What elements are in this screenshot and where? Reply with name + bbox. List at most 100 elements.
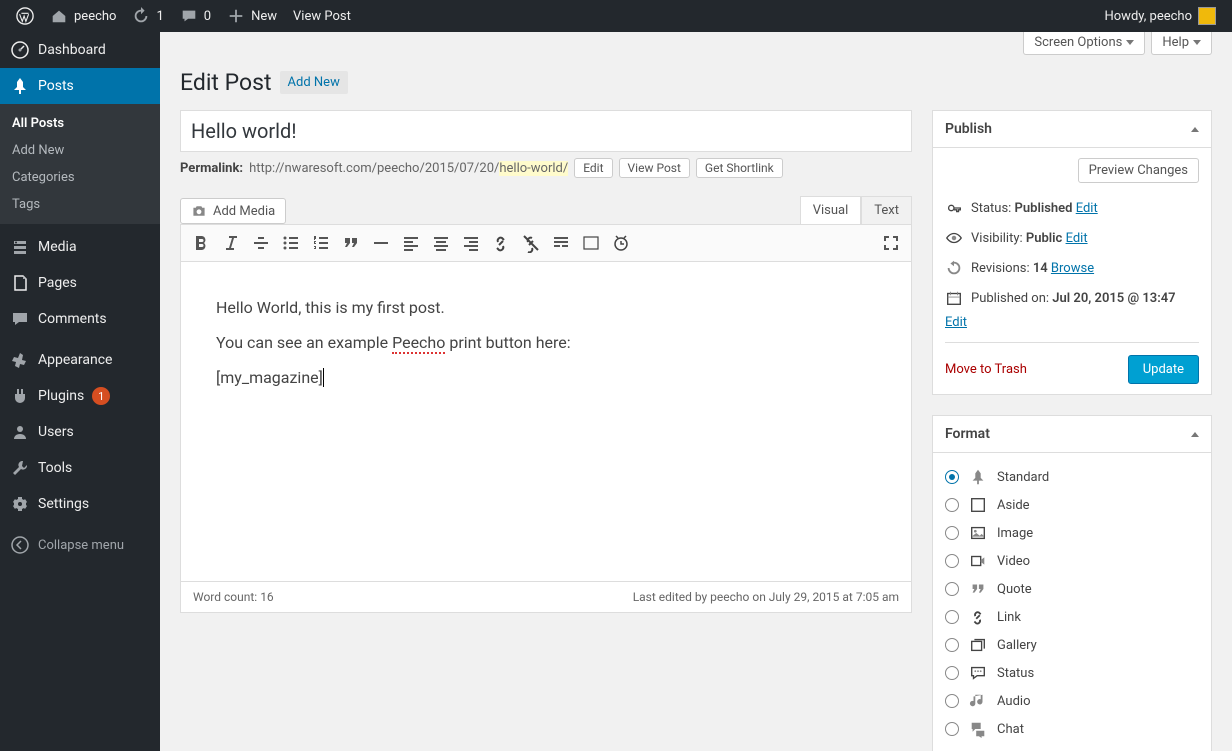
format-option-aside[interactable]: Aside <box>945 491 1199 519</box>
permalink-view-button[interactable]: View Post <box>619 158 690 178</box>
sidebar-subitem-categories[interactable]: Categories <box>0 164 160 191</box>
radio-icon <box>945 498 959 512</box>
aside-icon <box>969 496 987 514</box>
help-button[interactable]: Help <box>1151 32 1212 55</box>
format-option-quote[interactable]: Quote <box>945 575 1199 603</box>
tab-visual[interactable]: Visual <box>800 196 862 224</box>
link-button[interactable] <box>487 229 515 257</box>
post-title-input[interactable] <box>180 110 912 152</box>
radio-icon <box>945 694 959 708</box>
sidebar-item-tools[interactable]: Tools <box>0 450 160 486</box>
image-icon <box>969 524 987 542</box>
format-option-video[interactable]: Video <box>945 547 1199 575</box>
editor-content[interactable]: Hello World, this is my first post.You c… <box>180 262 912 582</box>
last-edited: Last edited by peecho on July 29, 2015 a… <box>633 590 899 604</box>
publish-metabox: Publish Preview Changes Status: Publishe… <box>932 110 1212 395</box>
admin-sidebar: DashboardPosts All PostsAdd NewCategories… <box>0 32 160 751</box>
sidebar-subitem-tags[interactable]: Tags <box>0 191 160 218</box>
update-badge: 1 <box>92 387 110 405</box>
align-center-button[interactable] <box>427 229 455 257</box>
updates-count: 1 <box>156 9 163 24</box>
comments-count: 0 <box>204 9 211 24</box>
format-option-chat[interactable]: Chat <box>945 715 1199 743</box>
format-option-link[interactable]: Link <box>945 603 1199 631</box>
admin-bar: peecho 1 0 New View Post Howdy, peecho <box>0 0 1232 32</box>
new-label: New <box>251 9 277 24</box>
strikethrough-button[interactable] <box>247 229 275 257</box>
screen-options-button[interactable]: Screen Options <box>1023 32 1145 55</box>
sidebar-item-pages[interactable]: Pages <box>0 265 160 301</box>
caret-down-icon <box>1193 40 1201 45</box>
audio-icon <box>969 692 987 710</box>
visibility-edit-link[interactable]: Edit <box>1066 231 1088 246</box>
permalink-row: Permalink: http://nwaresoft.com/peecho/2… <box>180 158 912 178</box>
preview-changes-button[interactable]: Preview Changes <box>1078 158 1199 183</box>
site-name-link[interactable]: peecho <box>42 0 124 32</box>
video-icon <box>969 552 987 570</box>
browse-revisions-link[interactable]: Browse <box>1051 261 1094 276</box>
move-to-trash-link[interactable]: Move to Trash <box>945 362 1027 377</box>
bulleted-list-button[interactable] <box>277 229 305 257</box>
gallery-icon <box>969 636 987 654</box>
extra-button[interactable] <box>607 229 635 257</box>
unlink-button[interactable] <box>517 229 545 257</box>
radio-icon <box>945 554 959 568</box>
status-row: Status: Published Edit <box>945 193 1199 223</box>
status-edit-link[interactable]: Edit <box>1076 201 1098 216</box>
sidebar-item-dashboard[interactable]: Dashboard <box>0 32 160 68</box>
avatar <box>1198 7 1216 25</box>
hr-button[interactable] <box>367 229 395 257</box>
update-button[interactable]: Update <box>1128 355 1199 384</box>
comments-link[interactable]: 0 <box>172 0 219 32</box>
bold-button[interactable] <box>187 229 215 257</box>
new-link[interactable]: New <box>219 0 285 32</box>
add-new-button[interactable]: Add New <box>280 71 348 94</box>
fullscreen-button[interactable] <box>877 229 905 257</box>
align-right-button[interactable] <box>457 229 485 257</box>
permalink-url: http://nwaresoft.com/peecho/2015/07/20/h… <box>249 161 568 176</box>
blockquote-button[interactable] <box>337 229 365 257</box>
publish-metabox-header[interactable]: Publish <box>933 111 1211 148</box>
radio-icon <box>945 526 959 540</box>
caret-up-icon <box>1191 432 1199 437</box>
sidebar-item-plugins[interactable]: Plugins1 <box>0 378 160 414</box>
caret-down-icon <box>1126 40 1134 45</box>
align-left-button[interactable] <box>397 229 425 257</box>
chat-icon <box>969 720 987 738</box>
visibility-row: Visibility: Public Edit <box>945 223 1199 253</box>
wp-logo[interactable] <box>8 0 42 32</box>
radio-icon <box>945 582 959 596</box>
permalink-shortlink-button[interactable]: Get Shortlink <box>696 158 783 178</box>
status-icon <box>969 664 987 682</box>
sidebar-item-comments[interactable]: Comments <box>0 301 160 337</box>
format-option-status[interactable]: Status <box>945 659 1199 687</box>
updates-link[interactable]: 1 <box>124 0 171 32</box>
kitchensink-button[interactable] <box>577 229 605 257</box>
sidebar-item-users[interactable]: Users <box>0 414 160 450</box>
readmore-button[interactable] <box>547 229 575 257</box>
published-edit-link[interactable]: Edit <box>945 315 1199 330</box>
sidebar-subitem-add-new[interactable]: Add New <box>0 137 160 164</box>
add-media-button[interactable]: Add Media <box>180 198 286 224</box>
tab-text[interactable]: Text <box>861 196 912 224</box>
howdy-link[interactable]: Howdy, peecho <box>1096 0 1224 32</box>
format-option-image[interactable]: Image <box>945 519 1199 547</box>
sidebar-subitem-all-posts[interactable]: All Posts <box>0 110 160 137</box>
format-option-gallery[interactable]: Gallery <box>945 631 1199 659</box>
sidebar-item-appearance[interactable]: Appearance <box>0 342 160 378</box>
italic-button[interactable] <box>217 229 245 257</box>
sidebar-item-media[interactable]: Media <box>0 229 160 265</box>
sidebar-item-posts[interactable]: Posts <box>0 68 160 104</box>
format-metabox-header[interactable]: Format <box>933 416 1211 453</box>
format-option-audio[interactable]: Audio <box>945 687 1199 715</box>
pin-icon <box>969 468 987 486</box>
format-option-standard[interactable]: Standard <box>945 463 1199 491</box>
permalink-edit-button[interactable]: Edit <box>574 158 612 178</box>
collapse-menu[interactable]: Collapse menu <box>0 527 160 563</box>
numbered-list-button[interactable] <box>307 229 335 257</box>
sidebar-item-settings[interactable]: Settings <box>0 486 160 522</box>
howdy-text: Howdy, peecho <box>1104 9 1192 24</box>
published-row: Published on: Jul 20, 2015 @ 13:47Edit <box>945 283 1199 336</box>
radio-icon <box>945 610 959 624</box>
view-post-link[interactable]: View Post <box>285 0 359 32</box>
